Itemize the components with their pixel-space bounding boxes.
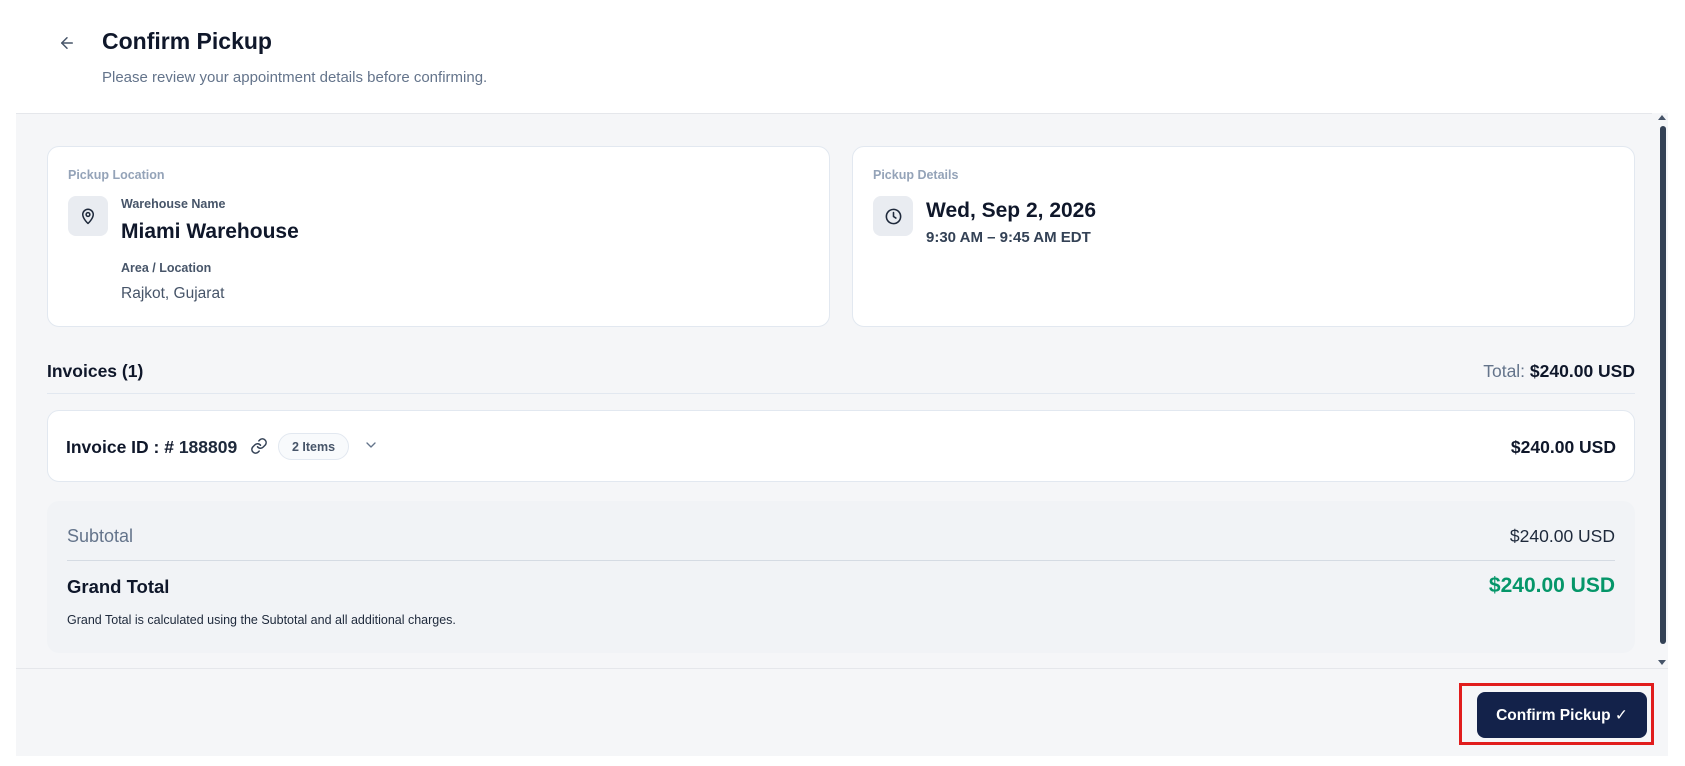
- pickup-location-label: Pickup Location: [68, 168, 165, 182]
- pickup-location-card: Pickup Location Warehouse Name Miami War…: [47, 146, 830, 327]
- area-location-value: Rajkot, Gujarat: [121, 285, 225, 302]
- pickup-date: Wed, Sep 2, 2026: [926, 199, 1097, 222]
- invoice-row[interactable]: Invoice ID : # 188809 2 Items $240.00 US…: [47, 410, 1635, 482]
- page-header: Confirm Pickup Please review your appoin…: [0, 0, 1685, 113]
- page: Confirm Pickup Please review your appoin…: [0, 0, 1685, 766]
- grand-total-label: Grand Total: [67, 576, 170, 597]
- order-summary: Subtotal $240.00 USD Grand Total $240.00…: [47, 501, 1635, 653]
- scroll-up-arrow[interactable]: [1658, 115, 1666, 120]
- invoices-title: Invoices (1): [47, 361, 144, 381]
- area-location-label: Area / Location: [121, 261, 212, 275]
- arrow-left-icon: [61, 37, 73, 49]
- grand-total-note: Grand Total is calculated using the Subt…: [67, 613, 456, 627]
- invoice-id-number: 188809: [178, 437, 238, 457]
- page-subtitle: Please review your appointment details b…: [102, 69, 488, 86]
- back-button[interactable]: [54, 30, 80, 56]
- invoices-divider: [47, 393, 1635, 394]
- clock-icon-box: [873, 196, 913, 236]
- page-title: Confirm Pickup: [102, 28, 272, 54]
- warehouse-name: Miami Warehouse: [121, 220, 299, 243]
- chevron-down-icon: [366, 442, 376, 448]
- expand-invoice-button[interactable]: [363, 437, 381, 455]
- scroll-thumb[interactable]: [1660, 126, 1666, 644]
- summary-divider: [67, 560, 1615, 561]
- items-count-badge: 2 Items: [278, 433, 350, 460]
- invoice-id-label: Invoice ID : #: [66, 437, 174, 457]
- location-icon-box: [68, 196, 108, 236]
- invoices-total: Total: $240.00 USD: [1483, 361, 1635, 382]
- link-icon: [251, 438, 267, 454]
- invoices-total-label: Total:: [1483, 361, 1526, 381]
- clock-icon: [885, 208, 901, 224]
- pickup-details-card: Pickup Details Wed, Sep 2, 2026 9:30 AM …: [852, 146, 1635, 327]
- pickup-time: 9:30 AM – 9:45 AM EDT: [926, 229, 1091, 246]
- invoices-total-value: $240.00 USD: [1529, 361, 1635, 381]
- invoice-amount: $240.00 USD: [1510, 437, 1616, 457]
- page-footer: [16, 668, 1668, 756]
- invoice-link-button[interactable]: [250, 437, 270, 457]
- scroll-down-arrow[interactable]: [1658, 660, 1666, 665]
- subtotal-value: $240.00 USD: [1509, 526, 1615, 546]
- invoice-id: Invoice ID : # 188809: [66, 437, 237, 458]
- map-pin-icon: [82, 208, 94, 225]
- pickup-details-label: Pickup Details: [873, 168, 959, 182]
- subtotal-label: Subtotal: [67, 526, 134, 546]
- confirm-pickup-button[interactable]: Confirm Pickup ✓: [1477, 692, 1647, 738]
- grand-total-value: $240.00 USD: [1488, 574, 1615, 597]
- warehouse-name-label: Warehouse Name: [121, 197, 226, 211]
